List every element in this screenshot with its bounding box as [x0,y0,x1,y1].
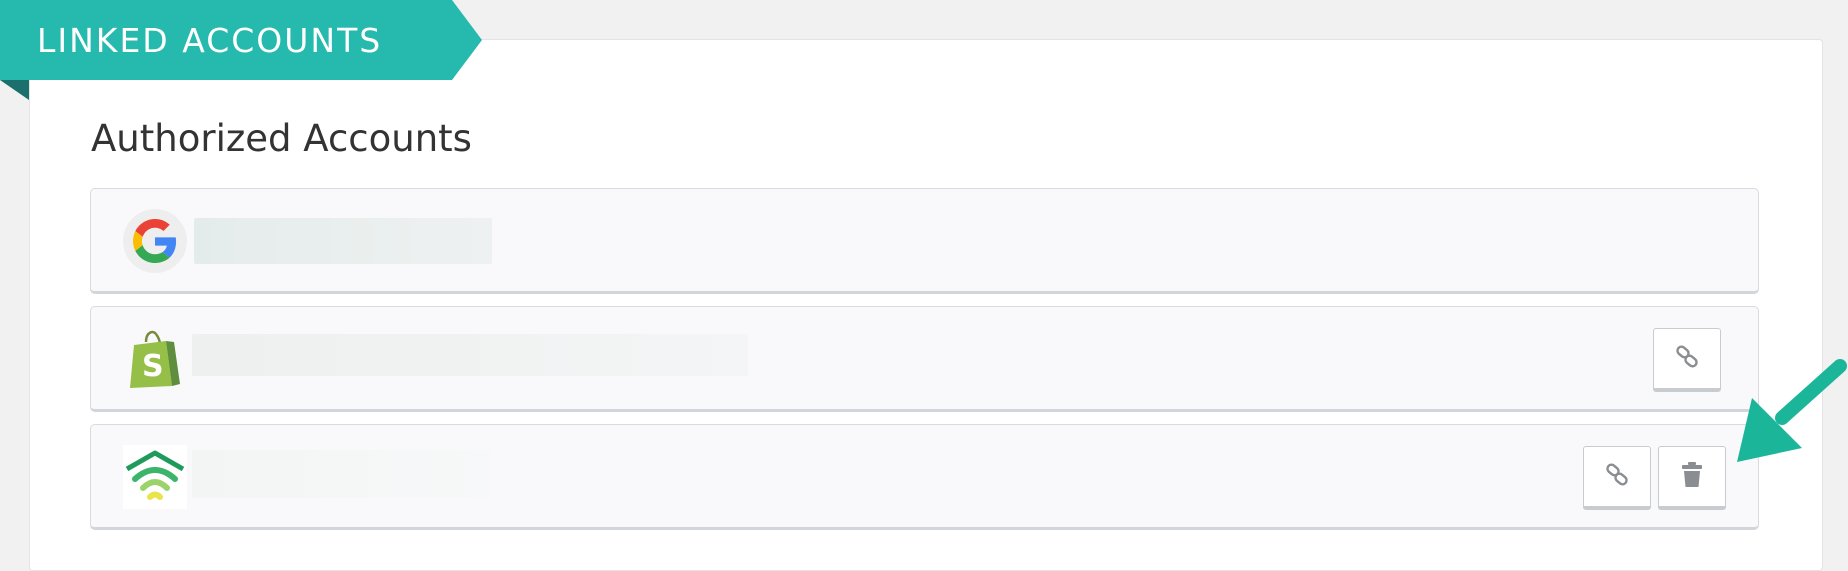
wifi-logo-icon [123,445,187,509]
ribbon-label: LINKED ACCOUNTS [37,20,383,60]
link-account-button[interactable] [1583,446,1651,510]
page-title: Authorized Accounts [91,117,472,160]
trash-icon [1681,462,1703,491]
delete-account-button[interactable] [1658,446,1726,510]
shopify-logo-icon: S [123,327,187,391]
link-account-button[interactable] [1653,328,1721,392]
annotation-arrow-icon [1737,359,1847,462]
ribbon-fold [0,80,29,100]
link-icon [1604,462,1630,491]
account-row-wifi [90,424,1759,530]
redacted-account-name [192,450,490,498]
svg-text:S: S [142,349,164,384]
link-icon [1674,344,1700,373]
google-logo-icon [123,209,187,273]
redacted-account-name [192,334,748,376]
section-ribbon: LINKED ACCOUNTS [0,0,482,80]
account-row-shopify: S [90,306,1759,412]
redacted-account-name [194,218,492,264]
account-row-google [90,188,1759,294]
